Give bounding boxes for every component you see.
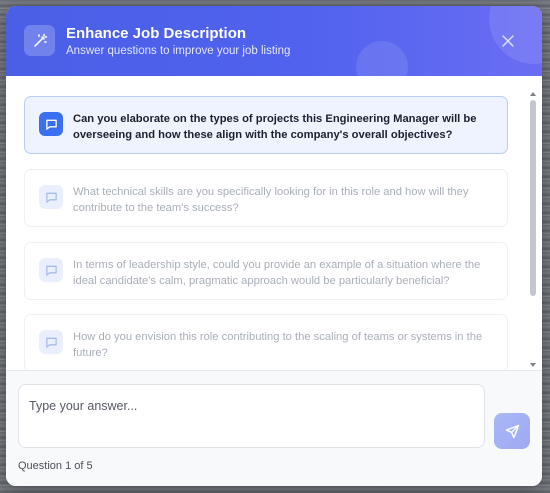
question-card-4[interactable]: How do you envision this role contributi… (24, 314, 508, 370)
question-text: Can you elaborate on the types of projec… (73, 113, 477, 141)
question-progress: Question 1 of 5 (18, 460, 93, 472)
question-list-scrollbar[interactable] (528, 90, 538, 370)
scroll-down-arrow-icon[interactable] (529, 361, 537, 369)
header-decoration (356, 41, 408, 76)
close-icon (502, 35, 514, 47)
question-text: What technical skills are you specifical… (73, 186, 469, 214)
dialog-subtitle: Answer questions to improve your job lis… (66, 45, 291, 57)
chat-bubble-icon (39, 258, 63, 282)
question-text: How do you envision this role contributi… (73, 331, 483, 359)
question-list: Can you elaborate on the types of projec… (6, 76, 526, 370)
answer-footer: Question 1 of 5 (6, 370, 542, 486)
chat-bubble-icon (39, 330, 63, 354)
chat-bubble-icon (39, 112, 63, 136)
question-card-2[interactable]: What technical skills are you specifical… (24, 169, 508, 227)
answer-input[interactable] (18, 384, 485, 448)
question-card-1[interactable]: Can you elaborate on the types of projec… (24, 96, 508, 154)
scroll-thumb[interactable] (530, 100, 536, 296)
send-button[interactable] (494, 413, 530, 449)
send-icon (505, 424, 519, 438)
magic-wand-icon (24, 25, 55, 56)
close-button[interactable] (498, 31, 518, 51)
enhance-job-description-dialog: Enhance Job Description Answer questions… (6, 6, 542, 486)
question-text: In terms of leadership style, could you … (73, 259, 481, 287)
question-card-3[interactable]: In terms of leadership style, could you … (24, 242, 508, 300)
scroll-up-arrow-icon[interactable] (529, 90, 537, 98)
dialog-title: Enhance Job Description (66, 25, 247, 42)
dialog-header: Enhance Job Description Answer questions… (6, 6, 542, 76)
chat-bubble-icon (39, 185, 63, 209)
